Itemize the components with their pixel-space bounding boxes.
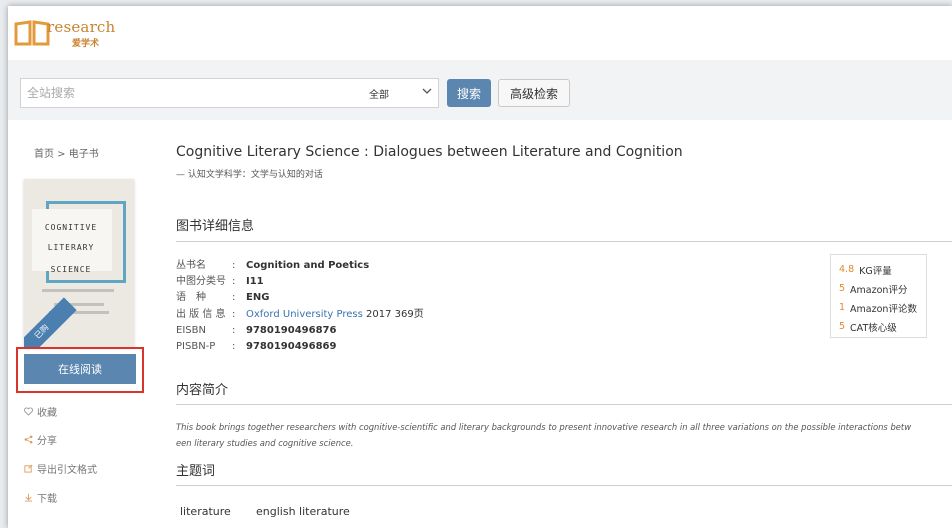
- metric-label: Amazon评分: [850, 284, 908, 296]
- detail-row: 语 种: ENG: [176, 290, 424, 306]
- breadcrumb[interactable]: 首页 > 电子书: [34, 145, 99, 160]
- metric-row: 4.8 KG评量: [831, 260, 926, 279]
- cover-subtitle-graphic: [42, 289, 114, 292]
- logo-subtext: 爱学术: [72, 39, 100, 49]
- detail-value: 9780190496869: [246, 341, 337, 353]
- metric-value: 1: [839, 302, 846, 313]
- share-label: 分享: [37, 436, 57, 447]
- export-citation-action[interactable]: 导出引文格式: [24, 461, 97, 476]
- metric-label: CAT核心级: [850, 322, 897, 334]
- share-action[interactable]: 分享: [24, 432, 57, 447]
- intro-text: This book brings together researchers wi…: [176, 419, 946, 451]
- site-logo[interactable]: research 爱学术: [14, 16, 124, 54]
- metric-value: 4.8: [839, 264, 855, 275]
- cover-title-line: LITERARY: [47, 243, 95, 252]
- chevron-down-icon[interactable]: [421, 85, 433, 97]
- metric-value: 5: [839, 283, 846, 294]
- detail-label: EISBN: [176, 324, 206, 336]
- detail-row: 出 版 信 息: Oxford University Press 2017 36…: [176, 307, 424, 323]
- detail-value: ENG: [246, 292, 270, 304]
- site-header: research 爱学术: [8, 6, 952, 60]
- book-cover[interactable]: COGNITIVE LITERARY SCIENCE 已购: [24, 179, 134, 347]
- cover-title-line: SCIENCE: [50, 265, 92, 274]
- share-icon: [24, 435, 33, 444]
- search-bar: 全部 搜索 高级检索: [8, 60, 952, 120]
- book-subtitle: — 认知文学科学：文学与认知的对话: [176, 170, 323, 180]
- intro-line: een literary studies and cognitive scien…: [176, 438, 354, 448]
- metric-label: Amazon评论数: [850, 303, 917, 315]
- detail-label: 中图分类号: [176, 276, 226, 288]
- detail-label: PISBN-P: [176, 341, 216, 353]
- details-divider: [176, 241, 952, 242]
- download-action[interactable]: 下载: [24, 490, 57, 505]
- search-scope-select[interactable]: 全部: [369, 86, 389, 101]
- metric-row: 5 CAT核心级: [831, 317, 926, 336]
- search-input[interactable]: [27, 84, 327, 102]
- search-button[interactable]: 搜索: [447, 79, 491, 107]
- export-citation-label: 导出引文格式: [37, 465, 97, 476]
- detail-row: 丛书名: Cognition and Poetics: [176, 258, 424, 274]
- detail-row: 中图分类号: I11: [176, 274, 424, 290]
- download-label: 下载: [37, 494, 57, 505]
- export-icon: [24, 464, 33, 473]
- detail-label: 丛书名: [176, 260, 206, 271]
- details-heading: 图书详细信息: [176, 219, 255, 234]
- keywords-divider: [176, 485, 952, 486]
- book-logo-icon: [14, 20, 50, 46]
- favorite-action[interactable]: 收藏: [24, 404, 57, 419]
- details-list: 丛书名: Cognition and Poetics 中图分类号: I11 语 …: [176, 258, 424, 355]
- detail-label: 出 版 信 息: [176, 308, 226, 320]
- metric-value: 5: [839, 321, 846, 332]
- cover-title-panel: [32, 209, 112, 271]
- page-frame: research 爱学术 全部 搜索 高级检索 首页 > 电子书 COGNITI…: [8, 6, 952, 528]
- advanced-search-button[interactable]: 高级检索: [498, 79, 570, 107]
- metric-row: 1 Amazon评论数: [831, 298, 926, 317]
- intro-divider: [176, 404, 952, 405]
- detail-value: 9780190496876: [246, 324, 337, 336]
- publish-info: 2017 369页: [366, 308, 424, 320]
- detail-row: EISBN: 9780190496876: [176, 323, 424, 339]
- read-online-button[interactable]: 在线阅读: [24, 354, 136, 384]
- metric-label: KG评量: [859, 265, 892, 277]
- cover-title-line: COGNITIVE: [44, 223, 98, 232]
- heart-icon: [24, 407, 33, 416]
- metrics-box: 4.8 KG评量 5 Amazon评分 1 Amazon评论数 5 CAT核心级: [830, 254, 927, 338]
- intro-line: This book brings together researchers wi…: [176, 422, 912, 432]
- favorite-label: 收藏: [37, 408, 57, 419]
- detail-value: I11: [246, 276, 264, 288]
- intro-heading: 内容简介: [176, 383, 229, 398]
- book-title: Cognitive Literary Science : Dialogues b…: [176, 144, 683, 160]
- detail-label: 语 种: [176, 292, 206, 304]
- keyword-link[interactable]: english literature: [256, 505, 350, 518]
- metric-row: 5 Amazon评分: [831, 279, 926, 298]
- purchased-ribbon: 已购: [24, 297, 77, 347]
- download-icon: [24, 493, 33, 502]
- keyword-link[interactable]: literature: [180, 505, 231, 518]
- keywords-heading: 主题词: [176, 464, 216, 479]
- detail-row: PISBN-P: 9780190496869: [176, 339, 424, 355]
- search-box: 全部: [20, 78, 439, 108]
- detail-value: Cognition and Poetics: [246, 260, 370, 271]
- logo-text: research: [47, 18, 116, 36]
- publisher-link[interactable]: Oxford University Press: [246, 309, 363, 320]
